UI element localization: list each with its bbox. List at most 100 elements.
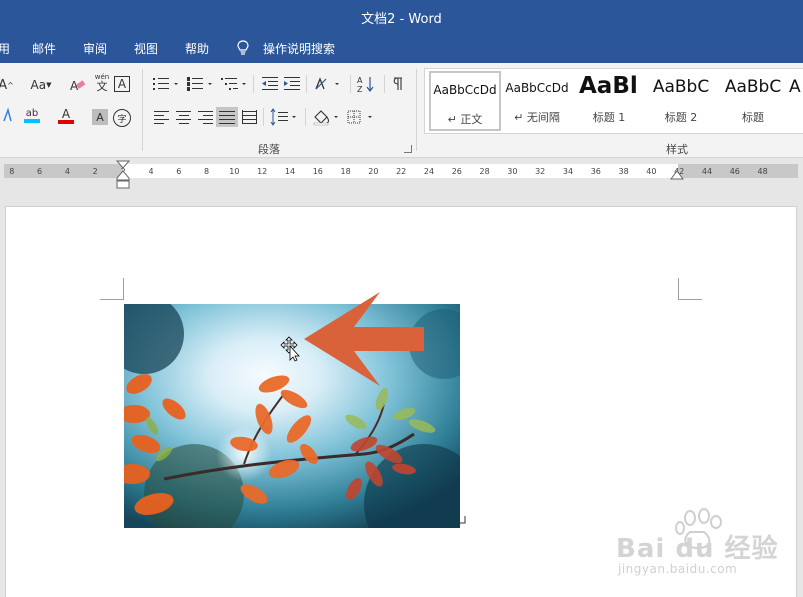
inline-separator xyxy=(350,75,351,93)
change-case-button[interactable]: Aa ▼ xyxy=(26,76,56,94)
style-sample: AaBbC xyxy=(652,77,710,97)
paragraph-dialog-launcher[interactable] xyxy=(404,145,412,153)
line-spacing-button[interactable] xyxy=(270,108,300,126)
svg-text:Z: Z xyxy=(357,85,363,93)
align-left-button[interactable] xyxy=(152,108,172,126)
ruler-number: 4 xyxy=(64,167,70,176)
move-cursor-icon xyxy=(280,336,300,362)
inline-separator xyxy=(263,108,264,126)
highlight-color-bar xyxy=(24,119,40,123)
ruler-number: 4 xyxy=(148,167,154,176)
watermark-brand: Bai du 经验 xyxy=(616,534,779,564)
styles-group-label: 样式 xyxy=(666,143,688,156)
style-name: ↵ 正文 xyxy=(447,113,483,126)
lightbulb-icon[interactable] xyxy=(237,40,249,56)
tab-help[interactable]: 帮助 xyxy=(185,40,209,57)
ruler-number: 18 xyxy=(340,167,351,176)
ruler-number: 40 xyxy=(646,167,657,176)
ruler-number: 8 xyxy=(9,167,15,176)
multilevel-list-button[interactable] xyxy=(220,75,250,93)
ruler-number: 8 xyxy=(204,167,210,176)
bullets-button[interactable] xyxy=(152,75,182,93)
ruler-number: 14 xyxy=(284,167,296,176)
align-center-button[interactable] xyxy=(174,108,194,126)
char-shading-button[interactable]: A xyxy=(92,109,108,125)
ruler-number: 2 xyxy=(92,167,98,176)
ruler-number: 6 xyxy=(37,167,43,176)
tab-view[interactable]: 视图 xyxy=(134,40,158,57)
ruler-number: 28 xyxy=(479,167,490,176)
ribbon-tabs: 用 邮件 审阅 视图 帮助 操作说明搜索 xyxy=(0,33,803,63)
align-right-button[interactable] xyxy=(196,108,216,126)
distributed-button[interactable] xyxy=(240,108,260,126)
style-normal[interactable]: AaBbCcDd ↵ 正文 xyxy=(429,71,501,131)
style-no-spacing[interactable]: AaBbCcDd ↵ 无间隔 xyxy=(501,71,573,131)
watermark-url: jingyan.baidu.com xyxy=(618,562,738,576)
inline-separator xyxy=(384,75,385,93)
style-sample: AaBbCcDd xyxy=(505,81,569,95)
indent-marker-icon[interactable] xyxy=(116,160,130,190)
styles-gallery: AaBbCcDd ↵ 正文 AaBbCcDd ↵ 无间隔 AaBl 标题 1 A… xyxy=(424,68,803,134)
ruler-number: 44 xyxy=(701,167,713,176)
ruler-number: 30 xyxy=(507,167,518,176)
style-name: 标题 2 xyxy=(664,111,698,124)
phonetic-guide-button[interactable]: wén 文 xyxy=(92,73,112,92)
margin-corner-mark xyxy=(100,278,124,300)
style-sample: AaBbCcDd xyxy=(433,83,497,97)
window-title: 文档2 - Word xyxy=(361,12,442,27)
margin-corner-mark xyxy=(678,278,702,300)
ruler-number: 48 xyxy=(757,167,768,176)
highlight-button[interactable]: ab xyxy=(22,107,42,125)
grow-font-button[interactable]: A ^ xyxy=(0,76,16,94)
style-sample: A xyxy=(789,77,801,97)
style-subtitle[interactable]: A xyxy=(789,71,803,131)
increase-indent-button[interactable] xyxy=(282,75,302,93)
horizontal-ruler[interactable]: 8642246810121416182022242628303234363840… xyxy=(0,159,803,189)
clear-format-button[interactable]: A xyxy=(68,76,88,94)
annotation-arrow-icon xyxy=(304,292,424,386)
ruler-number: 38 xyxy=(618,167,629,176)
ruler-number: 36 xyxy=(590,167,601,176)
eraser-icon: A xyxy=(70,79,86,93)
style-name: 标题 1 xyxy=(592,111,626,124)
numbering-button[interactable] xyxy=(186,75,216,93)
ruler-number: 20 xyxy=(368,167,379,176)
right-indent-marker-icon[interactable] xyxy=(670,167,684,181)
enclose-char-button[interactable]: 字 xyxy=(113,109,131,127)
style-name: 标题 xyxy=(742,111,764,124)
justify-button[interactable] xyxy=(216,107,238,127)
tab-references[interactable]: 用 xyxy=(0,40,10,57)
font-color-button[interactable]: A xyxy=(56,107,76,125)
borders-button[interactable] xyxy=(346,108,376,126)
tell-me-search[interactable]: 操作说明搜索 xyxy=(263,40,335,57)
tab-mailings[interactable]: 邮件 xyxy=(32,40,56,57)
tab-review[interactable]: 审阅 xyxy=(83,40,107,57)
text-direction-button[interactable] xyxy=(313,75,343,93)
style-name: ↵ 无间隔 xyxy=(514,111,560,124)
ruler-number: 16 xyxy=(312,167,323,176)
decrease-indent-button[interactable] xyxy=(260,75,280,93)
style-heading-2[interactable]: AaBbC 标题 2 xyxy=(645,71,717,131)
char-border-button[interactable]: A xyxy=(114,76,130,92)
ruler-number: 6 xyxy=(176,167,182,176)
ribbon: A ^ Aa ▼ A wén 文 A ab A A 字 AZ 段落 AaBbCcDd … xyxy=(0,63,803,158)
sort-button[interactable]: AZ xyxy=(356,75,376,93)
ruler-number: 46 xyxy=(729,167,740,176)
title-bar: 文档2 - Word xyxy=(0,0,803,33)
ruler-number: 34 xyxy=(562,167,574,176)
group-separator xyxy=(416,69,417,151)
ruler-number: 22 xyxy=(396,167,407,176)
style-heading-1[interactable]: AaBl 标题 1 xyxy=(573,71,645,131)
ruler-number: 10 xyxy=(229,167,240,176)
ruler-number: 12 xyxy=(257,167,268,176)
show-marks-button[interactable] xyxy=(388,75,408,93)
font-color-bar xyxy=(58,119,74,124)
paragraph-mark-icon xyxy=(457,516,466,526)
group-separator xyxy=(142,69,143,151)
shading-button[interactable] xyxy=(312,108,342,126)
svg-text:A: A xyxy=(357,76,363,85)
inline-separator xyxy=(306,75,307,93)
style-title[interactable]: AaBbC 标题 xyxy=(717,71,789,131)
text-effects-icon[interactable] xyxy=(0,107,18,125)
style-sample: AaBbC xyxy=(724,77,782,97)
